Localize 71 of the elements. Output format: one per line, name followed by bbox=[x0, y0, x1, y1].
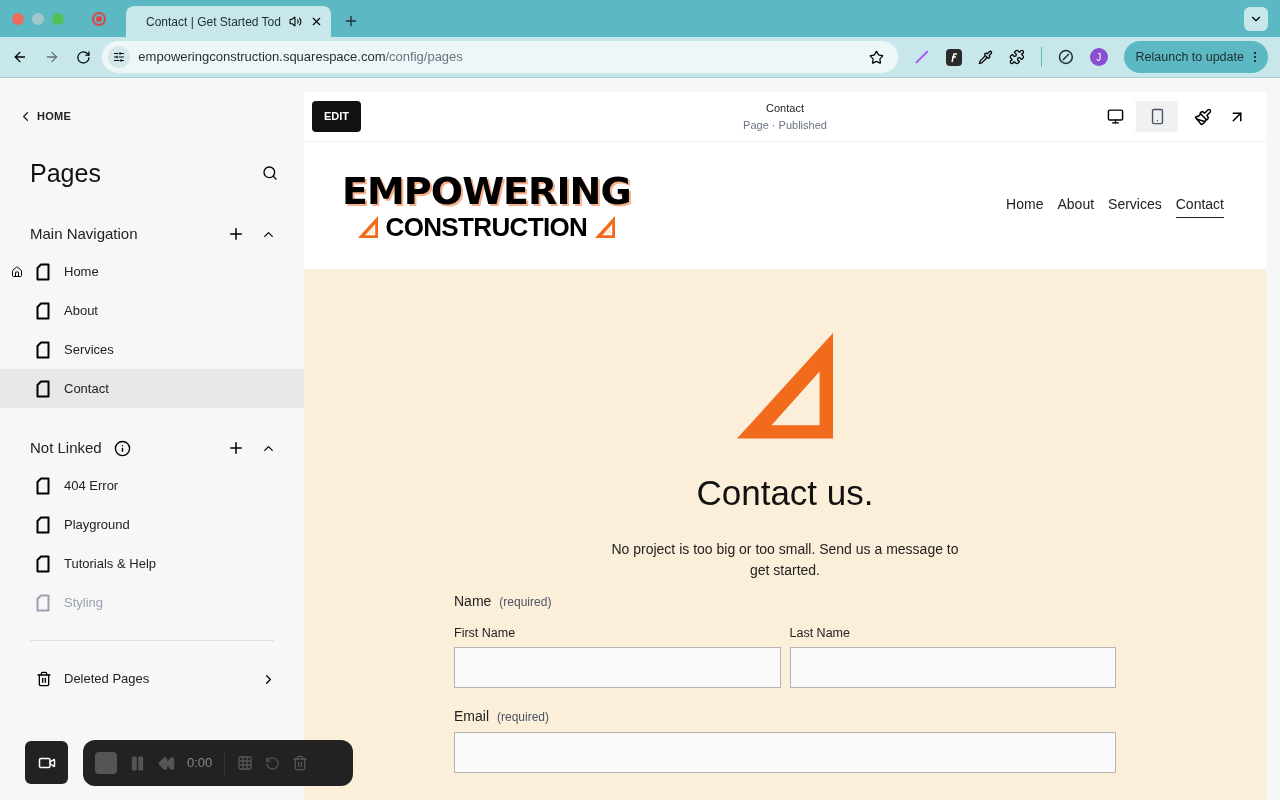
relaunch-button[interactable]: Relaunch to update bbox=[1123, 41, 1268, 73]
bookmark-star-icon[interactable] bbox=[868, 49, 884, 65]
desktop-icon bbox=[1106, 108, 1124, 125]
required-note: (required) bbox=[499, 594, 552, 612]
close-icon[interactable] bbox=[310, 15, 323, 28]
page-icon bbox=[36, 593, 50, 612]
page-status: Page · Published bbox=[743, 117, 827, 133]
tab-list-button[interactable] bbox=[1244, 7, 1268, 31]
edit-button[interactable]: EDIT bbox=[312, 101, 362, 132]
tab-title: Contact | Get Started Tod bbox=[146, 13, 281, 31]
paintbrush-icon[interactable] bbox=[1194, 107, 1212, 126]
page-icon bbox=[36, 554, 50, 573]
speaker-icon[interactable] bbox=[289, 15, 302, 28]
email-field[interactable] bbox=[454, 732, 1116, 774]
eyedropper-icon[interactable] bbox=[978, 49, 994, 65]
intro-text: No project is too big or too small. Send us a message to get started. bbox=[610, 540, 960, 581]
extensions-icon[interactable] bbox=[1009, 49, 1025, 65]
record-icon bbox=[92, 11, 106, 26]
page-title: Contact bbox=[766, 101, 804, 116]
address-bar[interactable]: empoweringconstruction.squarespace.com/config/pages bbox=[102, 41, 898, 73]
page-item[interactable]: 404 Error bbox=[0, 466, 304, 505]
page-item[interactable]: About bbox=[0, 291, 304, 330]
field-label: Last Name bbox=[789, 626, 850, 641]
home-icon bbox=[11, 265, 23, 278]
last-name-field[interactable] bbox=[789, 647, 1116, 689]
new-tab-icon[interactable] bbox=[343, 13, 359, 29]
back-icon[interactable] bbox=[12, 49, 28, 65]
field-label: Email bbox=[454, 707, 489, 727]
page-icon bbox=[36, 379, 50, 398]
restart-icon[interactable] bbox=[265, 755, 281, 771]
triangle-icon bbox=[357, 215, 378, 238]
site-settings-icon[interactable] bbox=[108, 46, 131, 68]
page-item[interactable]: Services bbox=[0, 330, 304, 369]
page-icon bbox=[36, 515, 50, 534]
info-icon[interactable] bbox=[113, 439, 131, 457]
triangle-emblem-icon bbox=[737, 333, 833, 439]
page-item[interactable]: Tutorials & Help bbox=[0, 544, 304, 583]
site-logo[interactable]: EMPOWERING CONSTRUCTION bbox=[342, 171, 631, 240]
nav-link[interactable]: Home bbox=[1006, 193, 1044, 218]
search-icon[interactable] bbox=[262, 165, 278, 182]
add-page-icon[interactable] bbox=[227, 439, 245, 457]
camera-button[interactable] bbox=[25, 741, 68, 784]
required-note: (required) bbox=[497, 709, 550, 727]
back-link[interactable]: HOME bbox=[18, 108, 72, 125]
page-icon bbox=[36, 301, 50, 320]
first-name-field[interactable] bbox=[454, 647, 781, 689]
deleted-pages-item[interactable]: Deleted Pages bbox=[0, 659, 304, 699]
add-page-icon[interactable] bbox=[227, 225, 245, 243]
field-label: First Name bbox=[454, 626, 516, 641]
page-icon bbox=[36, 262, 50, 281]
profile-avatar[interactable]: J bbox=[1089, 48, 1108, 66]
page-item[interactable]: Playground bbox=[0, 505, 304, 544]
trash-icon bbox=[36, 671, 52, 687]
page-icon bbox=[36, 476, 50, 495]
contact-heading: Contact us. bbox=[696, 471, 874, 514]
section-title: Not Linked bbox=[30, 437, 102, 458]
page-item[interactable]: Home bbox=[0, 252, 304, 291]
nav-link[interactable]: About bbox=[1057, 193, 1095, 218]
section-title: Main Navigation bbox=[30, 223, 138, 244]
nav-link[interactable]: Contact bbox=[1175, 193, 1224, 218]
triangle-icon bbox=[595, 215, 616, 238]
nav-link[interactable]: Services bbox=[1108, 193, 1162, 218]
reload-icon[interactable] bbox=[75, 49, 91, 65]
page-icon bbox=[36, 340, 50, 359]
timer-text: 0:00 bbox=[187, 754, 213, 773]
sidebar-title: Pages bbox=[30, 157, 101, 189]
field-label: Name bbox=[454, 592, 492, 612]
url-text: empoweringconstruction.squarespace.com/config/pages bbox=[138, 48, 463, 67]
browser-tab[interactable]: Contact | Get Started Tod bbox=[126, 6, 331, 37]
page-item[interactable]: Contact bbox=[0, 369, 304, 408]
font-extension-icon[interactable] bbox=[945, 48, 963, 66]
